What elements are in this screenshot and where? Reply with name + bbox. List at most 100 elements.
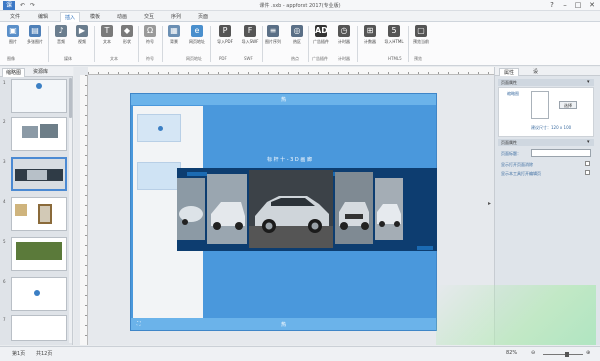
tab-edit[interactable]: 编辑 [34, 12, 52, 22]
car-photo-featured[interactable] [249, 170, 333, 248]
status-bar: 第1页 共12页 82% ⊖ ⊕ [0, 346, 600, 361]
help-button[interactable]: ? [546, 1, 558, 10]
tab-resources[interactable]: 资源库 [30, 68, 51, 77]
webpage-button[interactable]: e 网页地址 [187, 25, 207, 45]
counter-icon: ⊞ [364, 25, 376, 37]
hotspot-icon: ◎ [291, 25, 303, 37]
slide-thumbnail-selected[interactable] [11, 157, 67, 191]
tab-settings[interactable]: 设 [529, 68, 542, 76]
select-button[interactable]: 选择 [559, 101, 577, 109]
tab-template[interactable]: 模板 [86, 12, 104, 22]
background-button[interactable]: ▦ 背景 [164, 25, 184, 45]
stage-header: 热 [131, 94, 436, 105]
collapse-right-icon[interactable]: ▸ [488, 200, 491, 207]
undo-icon[interactable]: ↶ [18, 1, 27, 10]
size-hint: 建议尺寸：120 x 100 [531, 125, 572, 130]
group-label: 广告插件 [312, 56, 328, 61]
tab-interaction[interactable]: 交互 [140, 12, 158, 22]
option-label: 显示打开页面消除 [501, 162, 533, 167]
group-label: 图像 [7, 56, 15, 61]
title-bar: 课 ↶ ↷ 课件 .sxb - appforxt 2017(专业版) ? – □… [0, 0, 600, 11]
webpage-icon: e [191, 25, 203, 37]
slide-stage[interactable]: 热 标 杆 十 - 3 D 画 廊 ⛶ 热 [130, 93, 437, 331]
shape-icon: ◆ [121, 25, 133, 37]
zoom-slider-handle[interactable] [565, 352, 569, 357]
insert-shape-button[interactable]: ◆ 形状 [117, 25, 137, 45]
option-checkbox[interactable] [585, 170, 590, 175]
zoom-level: 82% [506, 350, 518, 356]
redo-icon[interactable]: ↷ [28, 1, 37, 10]
slide-thumbnail[interactable] [11, 277, 67, 311]
import-swf-button[interactable]: F 导入SWF [240, 25, 260, 45]
close-button[interactable]: ✕ [586, 1, 598, 10]
zoom-in-icon[interactable]: ⊕ [586, 350, 590, 356]
thumbnail-scrollbar[interactable] [69, 78, 72, 343]
pdf-icon: P [219, 25, 231, 37]
ad-plugin-button[interactable]: AD 广告插件 [311, 25, 331, 45]
group-label: 符号 [146, 56, 154, 61]
zoom-slider[interactable] [543, 352, 583, 357]
car-photo[interactable] [375, 178, 403, 240]
insert-audio-button[interactable]: ♪ 音频 [51, 25, 71, 45]
maximize-button[interactable]: □ [572, 1, 584, 10]
tab-animation[interactable]: 动画 [113, 12, 131, 22]
sidebar-thumb[interactable] [137, 162, 181, 190]
import-html-button[interactable]: 5 导入HTML [384, 25, 404, 45]
car-photo[interactable] [207, 174, 247, 244]
current-page: 第1页 [12, 351, 26, 357]
horizontal-ruler [88, 67, 494, 75]
insert-symbol-button[interactable]: Ω 符号 [140, 25, 160, 45]
image-sequence-button[interactable]: ≡ 图片序列 [263, 25, 283, 45]
window-title: 课件 .sxb - appforxt 2017(专业版) [259, 3, 341, 9]
stage-footer: ⛶ 热 [131, 318, 436, 330]
text-icon: T [101, 25, 113, 37]
minimize-button[interactable]: – [559, 1, 571, 10]
audio-icon: ♪ [55, 25, 67, 37]
option-label: 显示本工具打开编辑页 [501, 171, 541, 176]
hotspot-button[interactable]: ◎ 热区 [287, 25, 307, 45]
insert-text-button[interactable]: T 文本 [97, 25, 117, 45]
insert-video-button[interactable]: ▶ 视频 [72, 25, 92, 45]
vertical-ruler [80, 75, 88, 345]
video-icon: ▶ [76, 25, 88, 37]
tab-properties[interactable]: 属性 [499, 68, 520, 76]
slide-thumbnail[interactable] [11, 79, 67, 113]
insert-image-button[interactable]: ▣ 图片 [3, 25, 23, 45]
fullscreen-icon[interactable]: ⛶ [137, 321, 141, 327]
image-icon: ▣ [7, 25, 19, 37]
chevron-down-icon[interactable]: ▾ [587, 79, 590, 85]
counter-button[interactable]: ⊞ 计数器 [360, 25, 380, 45]
section-header[interactable]: 页面属性 [498, 139, 594, 146]
sidebar-thumb[interactable] [137, 114, 181, 142]
hotspot-marker: 热 [281, 97, 287, 103]
timer-button[interactable]: ◷ 计时器 [334, 25, 354, 45]
car-photo[interactable] [335, 172, 373, 244]
tab-file[interactable]: 文件 [6, 12, 24, 22]
gallery-band [177, 168, 437, 251]
page-title-input[interactable] [531, 149, 591, 157]
canvas-area: 热 标 杆 十 - 3 D 画 廊 ⛶ 热 [74, 67, 494, 345]
zoom-out-icon[interactable]: ⊖ [531, 350, 535, 356]
car-photo[interactable] [177, 178, 205, 240]
group-label: HTML5 [388, 56, 402, 61]
slide-thumbnail[interactable] [11, 315, 67, 341]
slide-thumbnail[interactable] [11, 237, 67, 271]
slide-thumbnail[interactable] [11, 197, 67, 231]
slide-thumbnail[interactable] [11, 117, 67, 151]
chevron-down-icon[interactable]: ▾ [587, 139, 590, 145]
timer-icon: ◷ [338, 25, 350, 37]
section-header[interactable]: 页面属性 [498, 79, 594, 86]
watermark-overlay [436, 285, 596, 345]
group-label: 网页地址 [186, 56, 202, 61]
tab-sequence[interactable]: 序列 [167, 12, 185, 22]
preview-icon: ▢ [415, 25, 427, 37]
insert-images-button[interactable]: ▤ 多张图片 [25, 25, 45, 45]
option-checkbox[interactable] [585, 161, 590, 166]
tab-page[interactable]: 页面 [194, 12, 212, 22]
import-pdf-button[interactable]: P 导入PDF [215, 25, 235, 45]
swf-icon: F [244, 25, 256, 37]
tab-thumbnails[interactable]: 缩略图 [2, 68, 26, 77]
html-icon: 5 [388, 25, 400, 37]
preview-current-button[interactable]: ▢ 预览当前 [411, 25, 431, 45]
tab-insert[interactable]: 插入 [60, 12, 81, 22]
